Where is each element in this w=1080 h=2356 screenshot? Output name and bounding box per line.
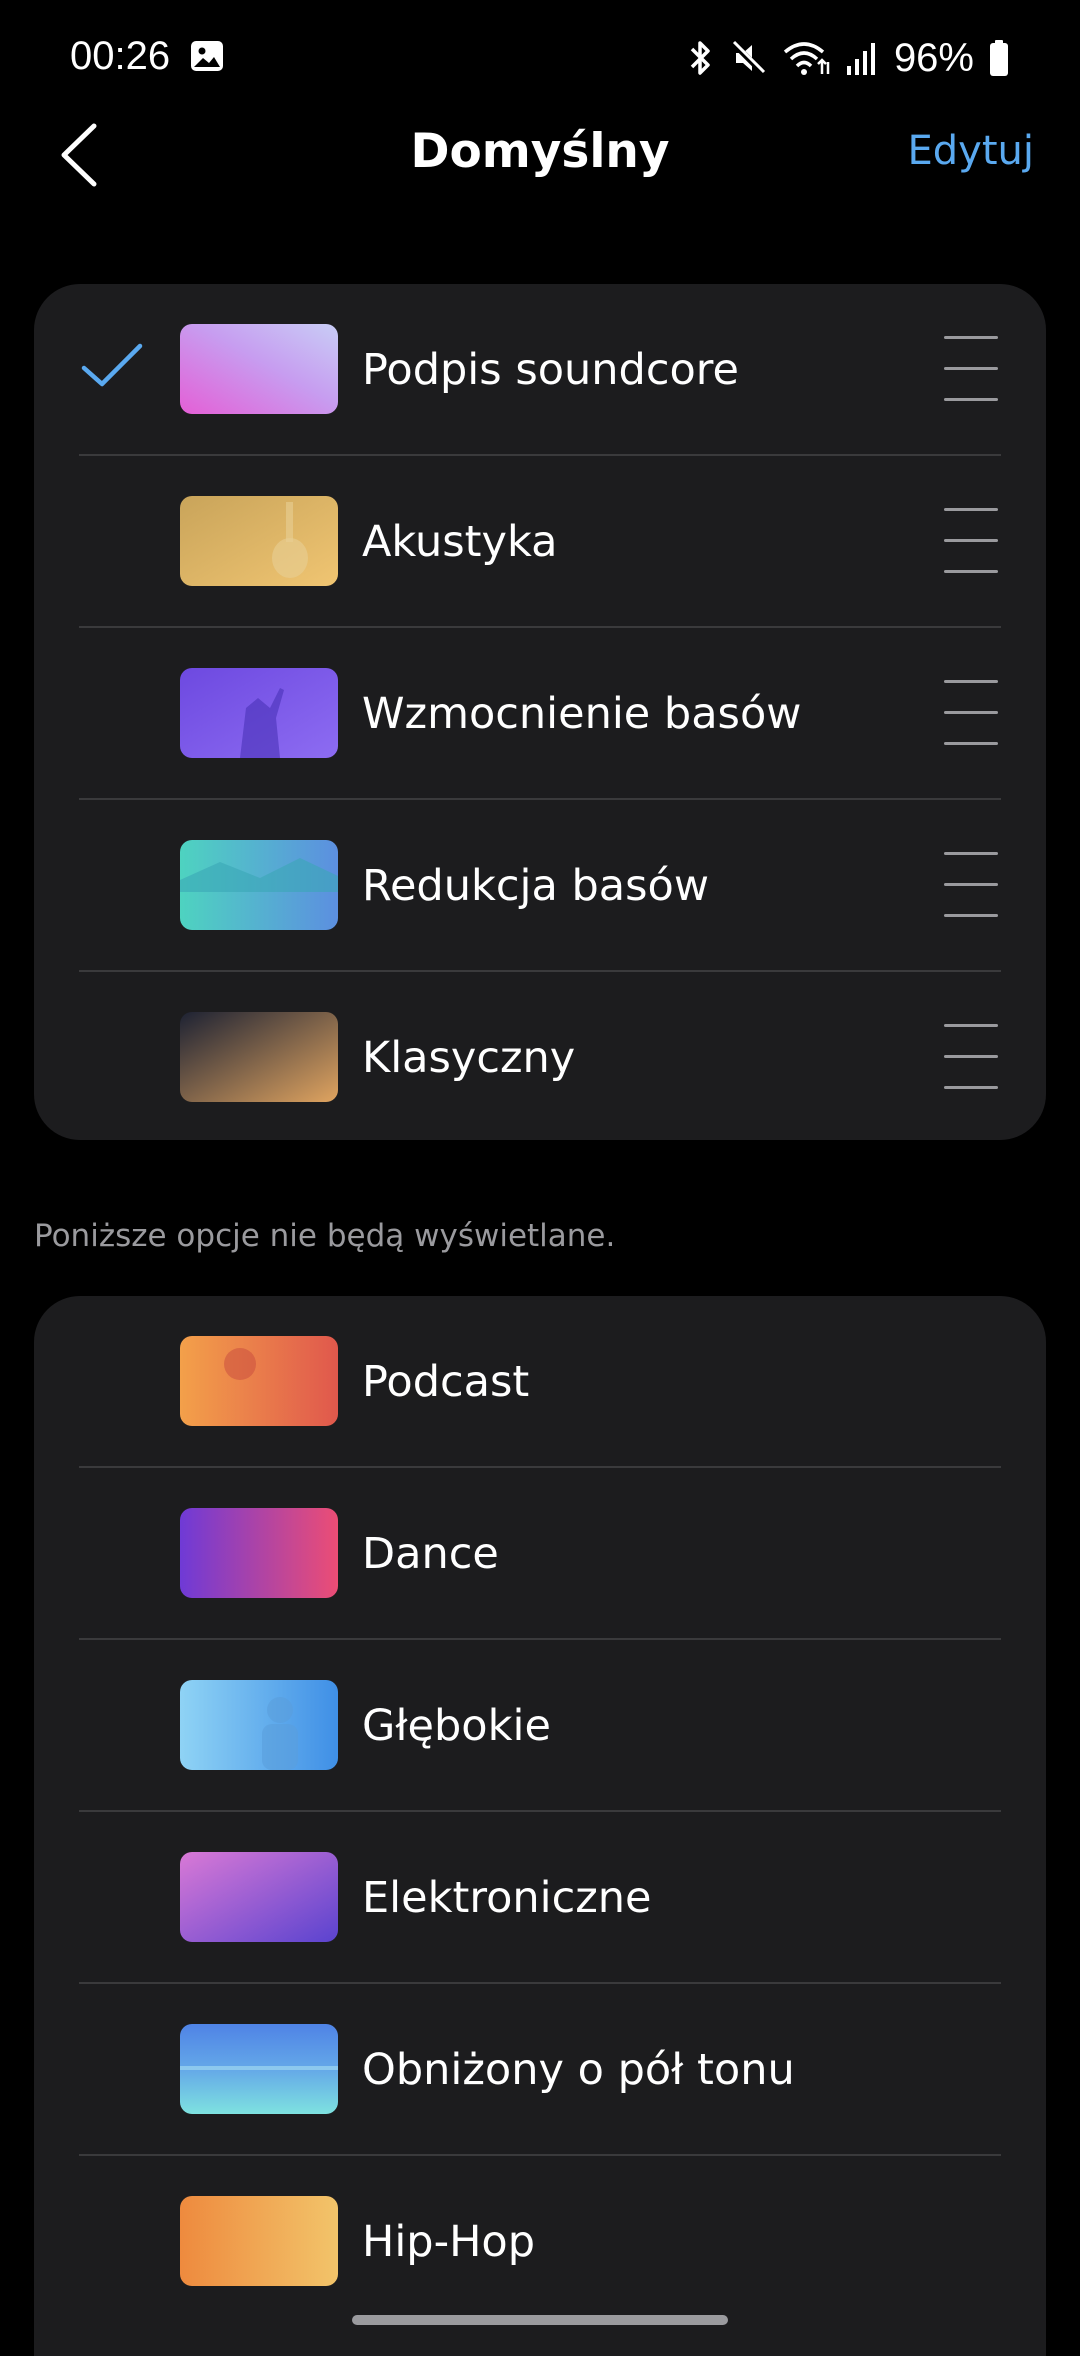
preset-thumbnail <box>180 1012 338 1102</box>
preset-label: Hip-Hop <box>362 2217 536 2267</box>
status-icons: 96% <box>688 30 1010 86</box>
nav-bar: Domyślny Edytuj <box>0 118 1080 238</box>
status-bar: 00:26 96% <box>0 0 1080 118</box>
list-item[interactable]: Hip-Hop <box>34 2156 1046 2328</box>
hidden-presets-list: Podcast Dance Głębokie Elektroniczne Obn… <box>34 1296 1046 2356</box>
list-item[interactable]: Obniżony o pół tonu <box>34 1984 1046 2156</box>
wifi-icon <box>783 42 830 75</box>
preset-thumbnail <box>180 1680 338 1770</box>
list-item[interactable]: Głębokie <box>34 1640 1046 1812</box>
list-item[interactable]: Klasyczny <box>34 972 1046 1140</box>
drag-handle-icon[interactable] <box>944 1024 998 1092</box>
preset-label: Klasyczny <box>362 1033 576 1083</box>
preset-thumbnail <box>180 324 338 414</box>
battery-icon <box>990 40 1008 76</box>
status-time: 00:26 <box>70 34 171 78</box>
list-item[interactable]: Redukcja basów <box>34 800 1046 972</box>
bluetooth-icon <box>690 41 710 75</box>
image-icon <box>191 41 223 71</box>
preset-label: Podpis soundcore <box>362 345 739 395</box>
preset-label: Redukcja basów <box>362 861 709 911</box>
preset-label: Elektroniczne <box>362 1873 652 1923</box>
preset-label: Podcast <box>362 1357 530 1407</box>
list-item[interactable]: Akustyka <box>34 456 1046 628</box>
preset-label: Wzmocnienie basów <box>362 689 802 739</box>
drag-handle-icon[interactable] <box>944 680 998 748</box>
list-item[interactable]: Wzmocnienie basów <box>34 628 1046 800</box>
signal-icon <box>846 43 875 75</box>
preset-thumbnail <box>180 496 338 586</box>
preset-label: Obniżony o pół tonu <box>362 2045 795 2095</box>
checkmark-icon <box>81 343 143 387</box>
drag-handle-icon[interactable] <box>944 508 998 576</box>
preset-thumbnail <box>180 1508 338 1598</box>
preset-thumbnail <box>180 668 338 758</box>
drag-handle-icon[interactable] <box>944 852 998 920</box>
list-item[interactable]: Podpis soundcore <box>34 284 1046 456</box>
preset-thumbnail <box>180 1336 338 1426</box>
preset-thumbnail <box>180 840 338 930</box>
list-item[interactable]: Dance <box>34 1468 1046 1640</box>
drag-handle-icon[interactable] <box>944 336 998 404</box>
list-item[interactable]: Elektroniczne <box>34 1812 1046 1984</box>
preset-thumbnail <box>180 2024 338 2114</box>
mute-icon <box>729 39 767 77</box>
active-presets-list: Podpis soundcore Akustyka Wzmocnienie ba… <box>34 284 1046 1140</box>
list-item[interactable]: Podcast <box>34 1296 1046 1468</box>
home-indicator[interactable] <box>352 2315 728 2325</box>
hidden-section-note: Poniższe opcje nie będą wyświetlane. <box>34 1218 616 1254</box>
preset-thumbnail <box>180 1852 338 1942</box>
preset-thumbnail <box>180 2196 338 2286</box>
battery-percentage: 96% <box>893 35 974 80</box>
preset-label: Dance <box>362 1529 499 1579</box>
preset-label: Akustyka <box>362 517 558 567</box>
preset-label: Głębokie <box>362 1701 551 1751</box>
edit-button[interactable]: Edytuj <box>908 128 1034 174</box>
